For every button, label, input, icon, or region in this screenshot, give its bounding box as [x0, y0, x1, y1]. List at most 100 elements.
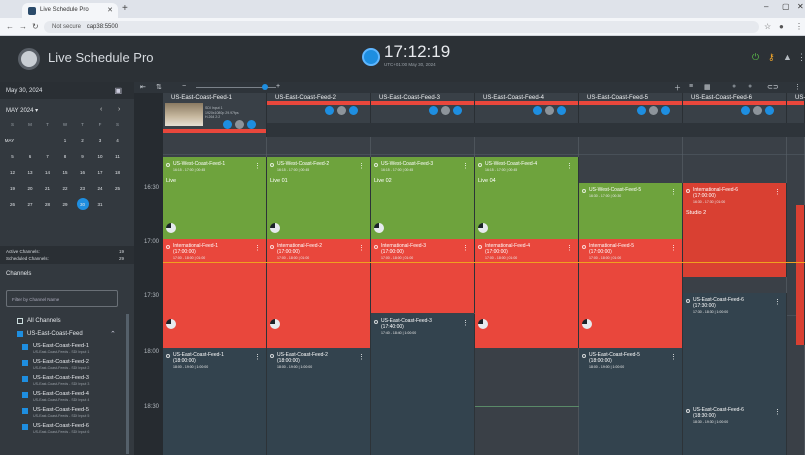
group-checkbox[interactable]	[17, 331, 23, 337]
schedule-event[interactable]: US-West-Coast-Feed-5 16:30 - 17:00 | 00:3…	[579, 183, 683, 239]
schedule-event[interactable]: US-West-Coast-Feed-1 16:15 - 17:00 | 00:4…	[163, 157, 267, 239]
channel-header[interactable]: US-East-Coast-Feed-1 SDI Input 1 1920x10…	[163, 93, 267, 137]
feed-item[interactable]: US-East-Coast-Feed-2 US-East-Coast-Feeds …	[33, 359, 89, 370]
calendar-day[interactable]: 9	[74, 154, 91, 159]
calendar-day[interactable]: 27	[22, 202, 39, 207]
calendar-day[interactable]: 18	[109, 170, 126, 175]
event-menu-icon[interactable]: ⋮	[670, 188, 677, 196]
event-menu-icon[interactable]: ⋮	[254, 353, 261, 361]
event-menu-icon[interactable]: ⋮	[774, 298, 781, 306]
calendar-day[interactable]: 16	[74, 170, 91, 175]
settings-button[interactable]	[765, 106, 774, 115]
schedule-event[interactable]: US-West-Coast-Feed-4 16:15 - 17:00 | 00:4…	[475, 157, 579, 239]
settings-button[interactable]	[349, 106, 358, 115]
feed-item[interactable]: US-East-Coast-Feed-5 US-East-Coast-Feeds …	[33, 407, 89, 418]
calendar-day[interactable]: 3	[92, 138, 109, 143]
calendar-day[interactable]: 15	[57, 170, 74, 175]
all-channels-checkbox[interactable]	[17, 318, 23, 324]
schedule-event[interactable]: US-East-Coast-Feed-1 (18:00:00) 18:00 - 19…	[163, 348, 267, 455]
app-menu-icon[interactable]: ⋮	[797, 52, 805, 63]
feed-checkbox[interactable]	[22, 360, 28, 366]
zoom-in-icon[interactable]: +	[276, 83, 280, 90]
schedule-event[interactable]: International-Feed-2 (17:00:00) 17:00 - 18…	[267, 239, 371, 348]
channel-header[interactable]: US-East-Coast-Feed-4	[475, 93, 579, 123]
close-tab-icon[interactable]: ✕	[107, 6, 113, 14]
event-menu-icon[interactable]: ⋮	[670, 244, 677, 252]
event-menu-icon[interactable]: ⋮	[566, 162, 573, 170]
feed-item[interactable]: US-East-Coast-Feed-3 US-East-Coast-Feeds …	[33, 375, 89, 386]
record-button[interactable]	[337, 106, 346, 115]
channel-header[interactable]: US-East-Coast-Feed-6	[683, 93, 787, 123]
calendar-view-icon[interactable]: ▦	[704, 83, 711, 91]
event-menu-icon[interactable]: ⋮	[462, 162, 469, 170]
toolbar-menu-icon[interactable]: ⋮	[794, 83, 801, 91]
collapse-icon[interactable]: ⇤	[140, 83, 146, 91]
schedule-event[interactable]	[796, 205, 805, 345]
schedule-event[interactable]: International-Feed-4 (17:00:00) 17:00 - 18…	[475, 239, 579, 348]
feed-checkbox[interactable]	[22, 392, 28, 398]
link-icon[interactable]: ⊂⊃	[767, 83, 779, 91]
event-menu-icon[interactable]: ⋮	[254, 162, 261, 170]
stop-button[interactable]	[533, 106, 542, 115]
calendar-day[interactable]: 7	[39, 154, 56, 159]
calendar-day[interactable]: 4	[109, 138, 126, 143]
add-icon[interactable]: ＋	[674, 83, 681, 93]
month-dropdown[interactable]: MAY 2024 ▾	[6, 108, 38, 114]
calendar-day[interactable]: 6	[22, 154, 39, 159]
stop-button[interactable]	[637, 106, 646, 115]
calendar-day[interactable]: 22	[57, 186, 74, 191]
event-menu-icon[interactable]: ⋮	[254, 244, 261, 252]
calendar-day[interactable]: 12	[4, 170, 21, 175]
feed-checkbox[interactable]	[22, 424, 28, 430]
event-menu-icon[interactable]: ⋮	[566, 244, 573, 252]
schedule-event[interactable]: International-Feed-3 (17:00:00) 17:00 - 18…	[371, 239, 475, 313]
power-icon[interactable]: ⏻	[752, 52, 759, 63]
new-tab-icon[interactable]: +	[122, 3, 128, 14]
schedule-event[interactable]: International-Feed-5 (17:00:00) 17:00 - 18…	[579, 239, 683, 348]
browser-menu-icon[interactable]: ⋮	[795, 22, 803, 31]
key-icon[interactable]: ⚷	[768, 52, 775, 63]
feed-checkbox[interactable]	[22, 376, 28, 382]
stop-button[interactable]	[741, 106, 750, 115]
schedule-event[interactable]: International-Feed-1 (17:00:00) 17:00 - 18…	[163, 239, 267, 348]
record-button[interactable]	[441, 106, 450, 115]
filter-icon[interactable]: ≡	[689, 83, 693, 90]
calendar-icon[interactable]: ▣	[114, 86, 122, 95]
stop-button[interactable]	[223, 120, 232, 129]
record-button[interactable]	[545, 106, 554, 115]
sidebar-scrollbar[interactable]	[126, 314, 129, 454]
calendar-day[interactable]: 10	[92, 154, 109, 159]
address-bar[interactable]: Not secure cap38:5500	[44, 21, 759, 33]
calendar-day[interactable]: 31	[92, 202, 109, 207]
minimize-icon[interactable]: –	[764, 2, 768, 11]
schedule-event[interactable]: US-East-Coast-Feed-2 (18:00:00) 18:00 - 19…	[267, 348, 371, 455]
calendar-day[interactable]: 5	[4, 154, 21, 159]
schedule-event[interactable]: US-East-Coast-Feed-6 (18:30:00) 18:30 - 19…	[683, 403, 787, 455]
stop-button[interactable]	[429, 106, 438, 115]
browser-tab[interactable]: Live Schedule Pro ✕	[22, 3, 118, 18]
record-button[interactable]	[649, 106, 658, 115]
calendar-day[interactable]: 28	[39, 202, 56, 207]
schedule-event[interactable]: US-West-Coast-Feed-2 16:15 - 17:00 | 00:4…	[267, 157, 371, 239]
next-month-icon[interactable]: ›	[118, 106, 120, 113]
back-icon[interactable]: ←	[6, 22, 14, 31]
settings-button[interactable]	[453, 106, 462, 115]
calendar-day[interactable]: 30	[74, 202, 91, 207]
record-button[interactable]	[753, 106, 762, 115]
calendar-day[interactable]: 2	[74, 138, 91, 143]
settings-button[interactable]	[661, 106, 670, 115]
calendar-day[interactable]: 29	[57, 202, 74, 207]
event-menu-icon[interactable]: ⋮	[670, 353, 677, 361]
calendar-day[interactable]: 13	[22, 170, 39, 175]
calendar-day[interactable]: 11	[109, 154, 126, 159]
feed-item[interactable]: US-East-Coast-Feed-4 US-East-Coast-Feeds …	[33, 391, 89, 402]
video-thumbnail[interactable]	[165, 103, 203, 126]
chevron-up-icon[interactable]: ⌃	[110, 330, 116, 338]
settings-button[interactable]	[247, 120, 256, 129]
maximize-icon[interactable]: ▢	[782, 2, 790, 11]
event-menu-icon[interactable]: ⋮	[462, 319, 469, 327]
schedule-event[interactable]: US-West-Coast-Feed-3 16:15 - 17:00 | 00:4…	[371, 157, 475, 239]
bell-icon[interactable]: ▲	[783, 52, 792, 62]
calendar-day[interactable]: 14	[39, 170, 56, 175]
calendar-day[interactable]: 25	[109, 186, 126, 191]
